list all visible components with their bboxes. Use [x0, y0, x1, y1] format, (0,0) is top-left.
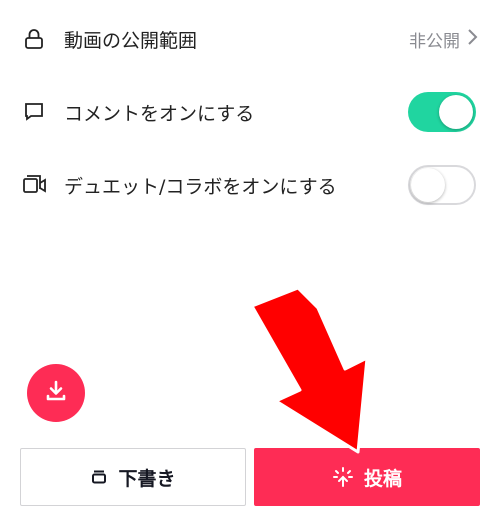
- draft-icon: [90, 468, 108, 486]
- comment-icon: [20, 98, 48, 126]
- privacy-label: 動画の公開範囲: [64, 29, 198, 52]
- download-icon: [42, 377, 70, 409]
- post-icon: [332, 466, 354, 488]
- duet-toggle[interactable]: [408, 165, 476, 205]
- privacy-value[interactable]: 非公開: [409, 27, 478, 52]
- toggle-knob: [411, 168, 445, 202]
- lock-icon: [20, 25, 48, 53]
- duet-icon: [20, 171, 48, 199]
- duet-label: デュエット/コラボをオンにする: [64, 175, 337, 198]
- post-button[interactable]: 投稿: [254, 448, 480, 506]
- download-button[interactable]: [27, 364, 85, 422]
- comment-toggle[interactable]: [408, 92, 476, 132]
- privacy-setting-row[interactable]: 動画の公開範囲 非公開: [0, 12, 500, 66]
- toggle-knob: [439, 95, 473, 129]
- draft-label: 下書き: [118, 467, 176, 490]
- draft-button[interactable]: 下書き: [20, 448, 246, 506]
- comment-setting-row: コメントをオンにする: [0, 85, 500, 139]
- privacy-value-text: 非公開: [409, 31, 460, 52]
- comment-label: コメントをオンにする: [64, 102, 255, 125]
- post-label: 投稿: [363, 467, 402, 490]
- duet-setting-row: デュエット/コラボをオンにする: [0, 158, 500, 212]
- chevron-right-icon: [466, 28, 478, 50]
